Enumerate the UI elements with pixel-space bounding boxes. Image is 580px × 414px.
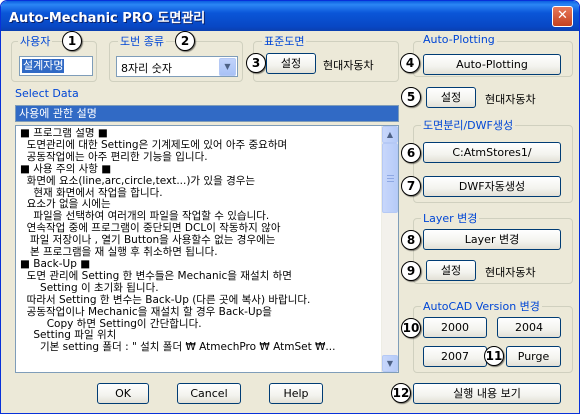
- drawing-type-select[interactable]: 8자리 숫자 ▼: [116, 56, 238, 77]
- callout-badge-4: 4: [400, 53, 420, 73]
- layer-change-title: Layer 변경: [421, 210, 480, 226]
- layer-change-button[interactable]: Layer 변경: [423, 229, 561, 250]
- ok-button[interactable]: OK: [97, 383, 149, 404]
- dwf-auto-generate-button[interactable]: DWF자동생성: [423, 176, 561, 197]
- description-line: 화면에 요소(line,arc,circle,text...)가 있을 경우는: [20, 174, 256, 187]
- callout-badge-5: 5: [401, 87, 421, 107]
- callout-badge-7: 7: [401, 176, 421, 196]
- user-name-input[interactable]: 설계자명: [19, 56, 93, 76]
- close-button[interactable]: ✕: [552, 6, 573, 27]
- drawing-split-title: 도면분리/DWF생성: [421, 117, 516, 133]
- select-data-set-button[interactable]: 설정: [426, 87, 476, 108]
- callout-badge-12: 12: [391, 383, 411, 403]
- version-2007-button[interactable]: 2007: [423, 346, 487, 367]
- callout-badge-11: 11: [484, 346, 504, 366]
- scroll-thumb[interactable]: [382, 143, 398, 213]
- callout-badge-9: 9: [401, 261, 421, 281]
- description-line: 공동작업에는 아주 편리한 기능을 입니다.: [20, 150, 208, 163]
- callout-badge-3: 3: [246, 53, 266, 73]
- version-2000-button[interactable]: 2000: [423, 317, 487, 338]
- drawing-type-value: 8자리 숫자: [121, 62, 172, 75]
- standard-drawing-value: 현대자동차: [323, 59, 374, 72]
- description-line: 따라서 Setting 한 변수는 Back-Up (다른 곳에 복사) 바랍니…: [20, 293, 311, 306]
- layer-set-button[interactable]: 설정: [426, 260, 476, 281]
- description-line: 도면 관리에 Setting 한 변수들은 Mechanic을 재설치 하면: [20, 269, 292, 282]
- user-name-value: 설계자명: [22, 59, 65, 73]
- description-text: ■ 프로그램 설명 ■ 도면관리에 대한 Setting은 기계제도에 있어 아…: [20, 128, 376, 354]
- window-title: Auto-Mechanic PRO 도면관리: [9, 11, 206, 26]
- scroll-up-arrow-icon[interactable]: ▲: [382, 126, 398, 143]
- dialog-window: Auto-Mechanic PRO 도면관리 ✕ 사용자 설계자명 1 도번 종…: [0, 0, 580, 414]
- store-path-button[interactable]: C:AtmStores1/: [423, 142, 561, 163]
- drawing-type-label: 도번 종류: [118, 33, 166, 49]
- scroll-down-arrow-icon[interactable]: ▼: [382, 355, 398, 372]
- layer-change-value: 현대자동차: [485, 266, 536, 279]
- auto-plotting-title: Auto-Plotting: [421, 33, 497, 46]
- version-2004-button[interactable]: 2004: [497, 317, 561, 338]
- grip-line: [387, 175, 394, 176]
- grip-line: [387, 178, 394, 179]
- auto-plotting-button[interactable]: Auto-Plotting: [423, 54, 561, 75]
- description-line: ■ 사용 주의 사항 ■: [20, 162, 112, 175]
- user-label: 사용자: [18, 33, 53, 49]
- purge-button[interactable]: Purge: [506, 346, 561, 367]
- description-line: 기본 setting 폴더 : " 설치 폴더 ₩ AtmechPro ₩ At…: [20, 341, 336, 354]
- standard-drawing-set-button[interactable]: 설정: [266, 53, 316, 74]
- title-bar[interactable]: Auto-Mechanic PRO 도면관리 ✕: [1, 1, 579, 31]
- select-data-label: Select Data: [15, 87, 79, 100]
- callout-badge-6: 6: [401, 143, 421, 163]
- autocad-version-title: AutoCAD Version 변경: [421, 298, 542, 314]
- description-line: Setting 이 초기화 됩니다.: [20, 281, 159, 294]
- callout-badge-2: 2: [175, 31, 195, 51]
- description-line: 공동작업이나 Mechanic을 재설치 할 경우 Back-Up을: [20, 305, 272, 318]
- cancel-button[interactable]: Cancel: [177, 383, 241, 404]
- standard-drawing-title: 표준도면: [262, 33, 307, 49]
- vertical-scrollbar[interactable]: ▲ ▼: [381, 126, 398, 372]
- run-view-button[interactable]: 실행 내용 보기: [413, 383, 561, 404]
- help-button[interactable]: Help: [269, 383, 323, 404]
- callout-badge-1: 1: [62, 31, 82, 51]
- description-textarea[interactable]: ■ 프로그램 설명 ■ 도면관리에 대한 Setting은 기계제도에 있어 아…: [15, 125, 399, 373]
- select-data-value: 현대자동차: [485, 93, 536, 106]
- grip-line: [387, 181, 394, 182]
- callout-badge-10: 10: [401, 318, 421, 338]
- chevron-down-icon[interactable]: ▼: [219, 58, 236, 76]
- callout-badge-8: 8: [401, 230, 421, 250]
- description-header[interactable]: 사용에 관한 설명: [15, 105, 399, 122]
